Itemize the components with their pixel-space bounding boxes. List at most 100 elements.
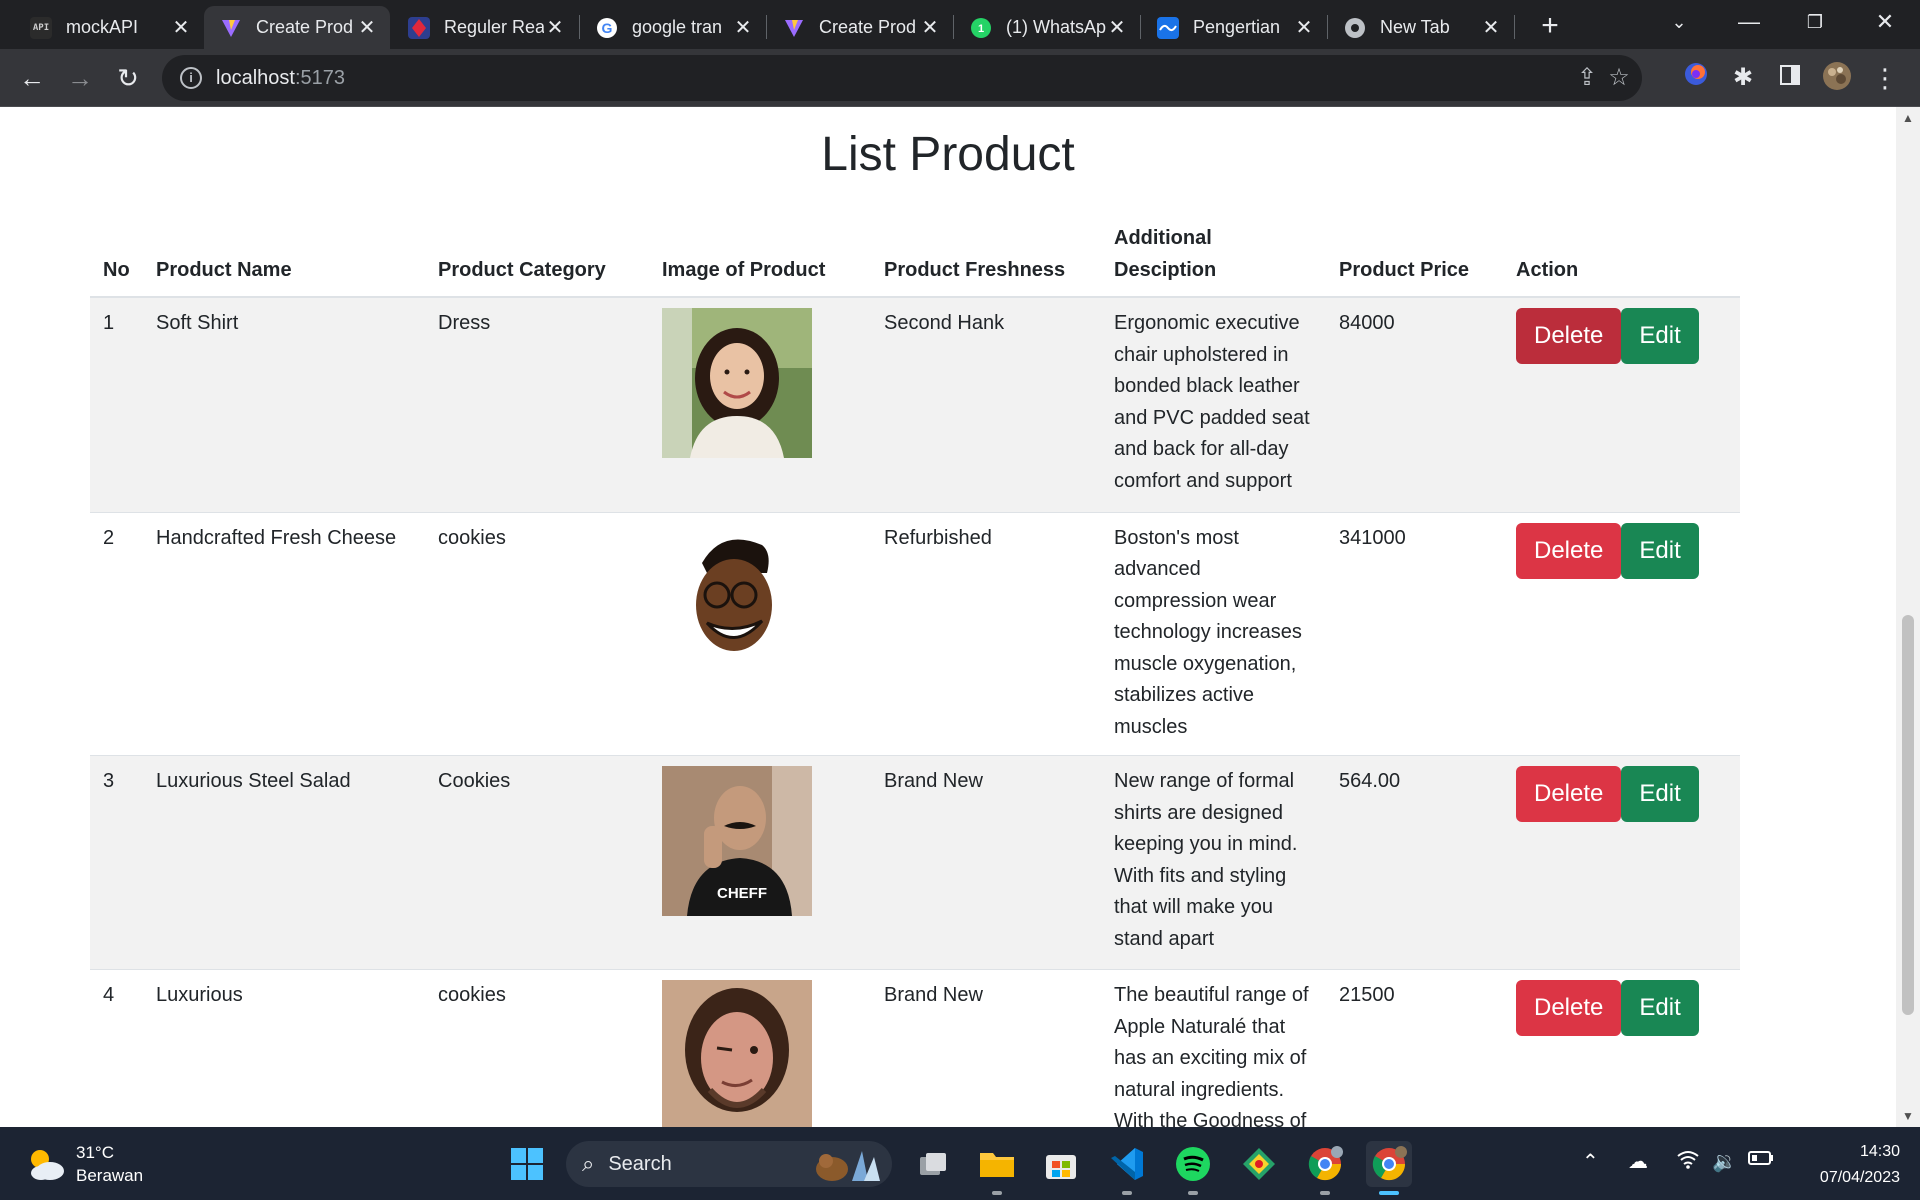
- close-icon[interactable]: ✕: [170, 15, 192, 40]
- new-tab-button[interactable]: +: [1532, 8, 1568, 44]
- close-icon[interactable]: ✕: [732, 15, 754, 40]
- extension-firefox-relay-icon[interactable]: [1679, 61, 1713, 95]
- git-tool-icon[interactable]: [1236, 1141, 1282, 1187]
- back-arrow-icon[interactable]: ←: [14, 60, 50, 96]
- cell-product-name: Soft Shirt: [143, 297, 425, 513]
- close-icon[interactable]: ✕: [919, 15, 941, 40]
- file-explorer-icon[interactable]: [974, 1141, 1020, 1195]
- cell-action: Delete Edit: [1503, 755, 1740, 970]
- tab-search-chevron-icon[interactable]: ⌄: [1646, 0, 1712, 44]
- search-icon: ⌕: [582, 1151, 595, 1176]
- reload-icon[interactable]: ↻: [110, 60, 146, 96]
- close-icon[interactable]: ✕: [356, 15, 378, 40]
- cell-no: 3: [90, 755, 143, 970]
- chrome-menu-icon[interactable]: ⋮: [1868, 61, 1902, 95]
- product-image-man-mustache: CHEFF: [662, 766, 812, 916]
- share-icon[interactable]: ⇪: [1572, 63, 1602, 93]
- weather-widget[interactable]: 31°C Berawan: [26, 1141, 143, 1187]
- tab-create-product-active[interactable]: Create Prod ✕: [204, 6, 390, 49]
- edit-button[interactable]: Edit: [1621, 766, 1699, 822]
- cell-category: Cookies: [425, 755, 649, 970]
- close-icon[interactable]: ✕: [1480, 15, 1502, 40]
- delete-button[interactable]: Delete: [1516, 766, 1622, 822]
- page-scrollbar[interactable]: ▲ ▼: [1896, 107, 1920, 1127]
- product-image-cartoon-face: [662, 522, 812, 673]
- tab-title: Reguler Rea: [444, 17, 544, 37]
- close-icon[interactable]: ✕: [544, 15, 566, 40]
- table-row: 2 Handcrafted Fresh Cheese cookies Refur…: [90, 512, 1740, 756]
- dicoding-icon: [408, 16, 430, 39]
- onedrive-cloud-icon[interactable]: ☁: [1628, 1149, 1648, 1174]
- close-icon[interactable]: ✕: [1106, 15, 1128, 40]
- cell-freshness: Second Hank: [871, 297, 1101, 513]
- tab-title: Create Prod: [819, 17, 917, 37]
- cell-price: 564.00: [1326, 755, 1503, 970]
- partly-cloudy-icon: [31, 1150, 64, 1180]
- cell-description: Boston's most advanced compression wear …: [1101, 512, 1326, 756]
- table-row: 3 Luxurious Steel Salad Cookies CHEFF Br…: [90, 755, 1740, 970]
- restore-icon[interactable]: ❐: [1782, 0, 1848, 44]
- minimize-icon[interactable]: —: [1716, 0, 1782, 44]
- close-icon[interactable]: ✕: [1293, 15, 1315, 40]
- cell-description: Ergonomic executive chair upholstered in…: [1101, 297, 1326, 513]
- scroll-down-arrow-icon[interactable]: ▼: [1896, 1109, 1920, 1123]
- tab-title: google tran: [632, 17, 723, 37]
- vscode-icon[interactable]: [1104, 1141, 1150, 1195]
- edit-button[interactable]: Edit: [1621, 522, 1699, 579]
- volume-speaker-icon[interactable]: 🔉: [1712, 1149, 1737, 1174]
- table-header-row: No Product Name Product Category Image o…: [90, 212, 1740, 298]
- address-url[interactable]: localhost:5173: [216, 67, 345, 90]
- extensions-puzzle-icon[interactable]: ✱: [1726, 61, 1760, 95]
- svg-text:CHEFF: CHEFF: [717, 885, 767, 902]
- tab-title: New Tab: [1380, 17, 1450, 37]
- cell-image: CHEFF: [649, 755, 871, 970]
- product-image-man-wink: [662, 980, 812, 1127]
- windows-start-icon[interactable]: [504, 1141, 550, 1187]
- site-info-icon[interactable]: i: [180, 67, 202, 89]
- delete-button[interactable]: Delete: [1516, 980, 1622, 1036]
- cell-price: 84000: [1326, 297, 1503, 513]
- cell-image: [649, 512, 871, 756]
- bookmark-star-icon[interactable]: ☆: [1604, 63, 1634, 93]
- window-close-icon[interactable]: ✕: [1852, 0, 1918, 44]
- browser-tab-strip: API mockAPI ✕ Create Prod ✕ Reguler Rea …: [0, 0, 1920, 49]
- wifi-icon[interactable]: [1676, 1149, 1700, 1175]
- tab-new-tab[interactable]: New Tab ✕: [1328, 6, 1514, 49]
- show-hidden-icons-chevron-icon[interactable]: ⌃: [1582, 1149, 1599, 1174]
- cell-no: 2: [90, 512, 143, 756]
- tab-reguler[interactable]: Reguler Rea ✕: [392, 6, 578, 49]
- chrome-icon: [1344, 17, 1366, 39]
- side-panel-icon[interactable]: [1773, 61, 1807, 95]
- tab-mockapi[interactable]: API mockAPI ✕: [14, 6, 204, 49]
- taskbar-search-box[interactable]: ⌕ Search: [566, 1141, 892, 1187]
- edit-button[interactable]: Edit: [1621, 980, 1699, 1036]
- chrome-profile-2-icon[interactable]: [1366, 1141, 1412, 1195]
- forward-arrow-icon[interactable]: →: [62, 60, 98, 96]
- tab-create-product[interactable]: Create Prod ✕: [767, 6, 953, 49]
- task-view-icon[interactable]: [910, 1141, 956, 1187]
- tab-whatsapp[interactable]: 1 (1) WhatsAp ✕: [954, 6, 1140, 49]
- scroll-up-arrow-icon[interactable]: ▲: [1896, 111, 1920, 125]
- microsoft-store-icon[interactable]: [1038, 1141, 1084, 1187]
- column-header-description: Additional Desciption: [1101, 212, 1326, 298]
- url-port: :5173: [294, 66, 345, 89]
- delete-button[interactable]: Delete: [1516, 522, 1622, 579]
- google-icon: G: [596, 17, 618, 39]
- tab-pengertian[interactable]: Pengertian ✕: [1141, 6, 1327, 49]
- address-bar[interactable]: i localhost:5173 ⇪ ☆: [162, 55, 1642, 101]
- cell-no: 1: [90, 297, 143, 513]
- edit-button[interactable]: Edit: [1621, 308, 1699, 364]
- profile-avatar[interactable]: [1820, 61, 1854, 95]
- spotify-icon[interactable]: [1170, 1141, 1216, 1195]
- delete-button[interactable]: Delete: [1516, 308, 1622, 364]
- cell-freshness: Brand New: [871, 969, 1101, 1127]
- cell-description: The beautiful range of Apple Naturalé th…: [1101, 969, 1326, 1127]
- scrollbar-thumb[interactable]: [1902, 615, 1914, 1015]
- svg-text:1: 1: [978, 23, 984, 35]
- system-clock[interactable]: 14:30 07/04/2023: [1796, 1139, 1900, 1191]
- battery-icon[interactable]: [1748, 1149, 1774, 1172]
- tab-google-translate[interactable]: G google tran ✕: [580, 6, 766, 49]
- whatsapp-icon: 1: [970, 17, 992, 39]
- clock-date: 07/04/2023: [1819, 1169, 1900, 1186]
- chrome-profile-1-icon[interactable]: [1302, 1141, 1348, 1195]
